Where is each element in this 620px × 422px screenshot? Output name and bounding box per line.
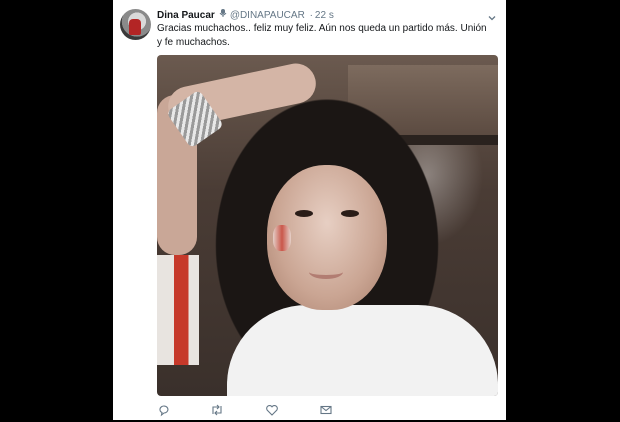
- left-eye: [295, 210, 313, 217]
- separator-dot: ·: [309, 10, 313, 21]
- smile: [309, 265, 343, 279]
- face-paint-flag: [273, 225, 291, 251]
- tweet-text: Gracias muchachos.. feliz muy feliz. Aún…: [157, 23, 487, 48]
- right-eye: [341, 210, 359, 217]
- reply-icon[interactable]: [157, 403, 171, 417]
- shirt-stripe: [157, 255, 199, 365]
- heart-icon[interactable]: [265, 403, 279, 417]
- tweet-header: Dina Paucar @DINAPAUCAR · 22 s: [157, 8, 334, 22]
- face: [267, 165, 387, 310]
- avatar[interactable]: [120, 9, 151, 40]
- retweet-icon[interactable]: [210, 403, 224, 417]
- tweet-actions: [157, 403, 357, 417]
- user-handle[interactable]: @DINAPAUCAR: [230, 10, 305, 21]
- tweet-card: Dina Paucar @DINAPAUCAR · 22 s Gracias mu…: [113, 0, 506, 420]
- chevron-down-icon[interactable]: [488, 9, 496, 21]
- tweet-photo[interactable]: [157, 55, 498, 396]
- white-shirt: [227, 305, 498, 396]
- microphone-emoji-icon: [218, 8, 228, 23]
- timestamp[interactable]: 22 s: [315, 10, 334, 21]
- display-name[interactable]: Dina Paucar: [157, 10, 215, 21]
- avatar-figure: [129, 19, 141, 35]
- envelope-icon[interactable]: [319, 403, 333, 417]
